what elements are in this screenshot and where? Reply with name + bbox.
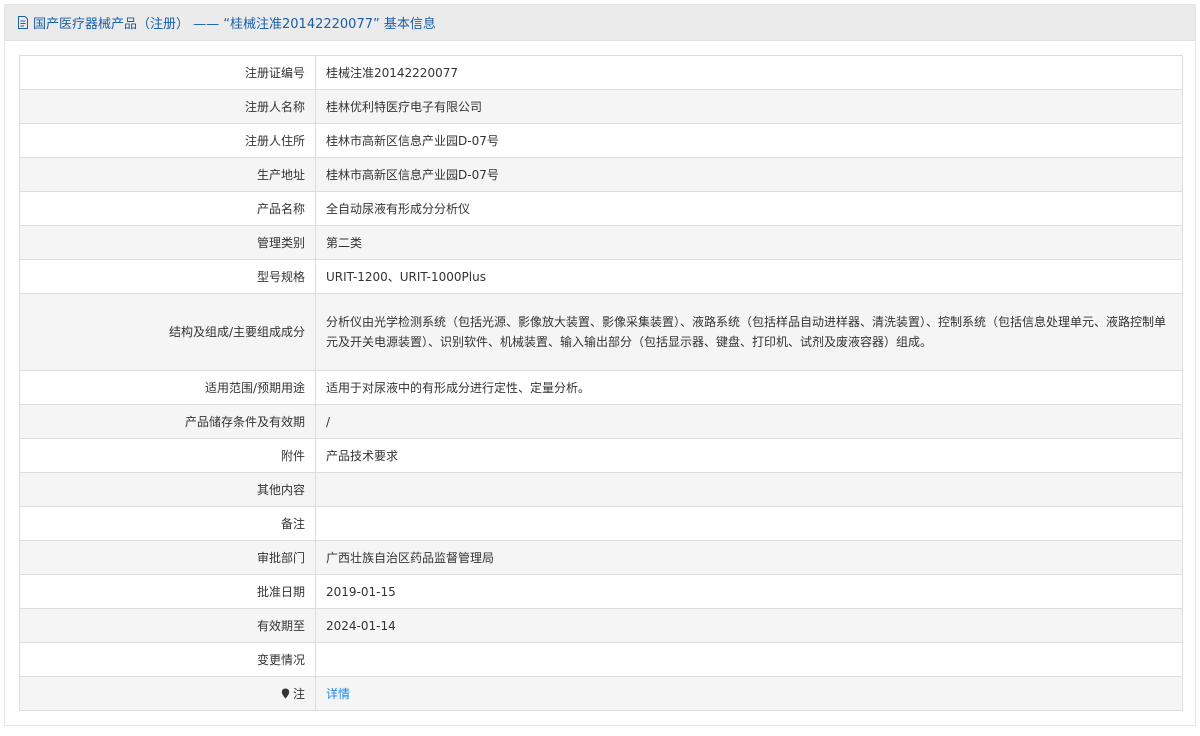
field-label: 变更情况 — [19, 642, 316, 677]
field-value — [315, 642, 1183, 677]
field-value: 桂林市高新区信息产业园D-07号 — [315, 157, 1183, 192]
table-row: 注册人名称 桂林优利特医疗电子有限公司 — [19, 89, 1183, 124]
field-label: 注册证编号 — [19, 55, 316, 90]
details-link[interactable]: 详情 — [326, 687, 350, 701]
table-row: 变更情况 — [19, 642, 1183, 677]
field-label: 适用范围/预期用途 — [19, 370, 316, 405]
field-value: 全自动尿液有形成分分析仪 — [315, 191, 1183, 226]
table-row: 产品名称 全自动尿液有形成分分析仪 — [19, 191, 1183, 226]
table-row: 附件 产品技术要求 — [19, 438, 1183, 473]
location-pin-icon — [281, 688, 290, 698]
field-value: 产品技术要求 — [315, 438, 1183, 473]
table-row: 注册证编号 桂械注准20142220077 — [19, 55, 1183, 90]
panel-header: 国产医疗器械产品（注册） —— “桂械注准20142220077” 基本信息 — [5, 5, 1195, 41]
field-value: 适用于对尿液中的有形成分进行定性、定量分析。 — [315, 370, 1183, 405]
field-label: 备注 — [19, 506, 316, 541]
field-label: 管理类别 — [19, 225, 316, 260]
field-label: 结构及组成/主要组成成分 — [19, 293, 316, 371]
field-value: 桂械注准20142220077 — [315, 55, 1183, 90]
field-value: 桂林优利特医疗电子有限公司 — [315, 89, 1183, 124]
field-value: 2024-01-14 — [315, 608, 1183, 643]
table-row: 型号规格 URIT-1200、URIT-1000Plus — [19, 259, 1183, 294]
field-label: 注册人住所 — [19, 123, 316, 158]
panel-title: 国产医疗器械产品（注册） —— “桂械注准20142220077” 基本信息 — [33, 17, 436, 32]
field-label: 注册人名称 — [19, 89, 316, 124]
table-row: 注 详情 — [19, 676, 1183, 711]
table-row: 有效期至 2024-01-14 — [19, 608, 1183, 643]
note-label: 注 — [292, 686, 305, 701]
table-row: 审批部门 广西壮族自治区药品监督管理局 — [19, 540, 1183, 575]
document-icon — [18, 16, 28, 29]
info-table: 注册证编号 桂械注准20142220077 注册人名称 桂林优利特医疗电子有限公… — [19, 55, 1183, 711]
field-label: 其他内容 — [19, 472, 316, 507]
field-label: 生产地址 — [19, 157, 316, 192]
field-value: 桂林市高新区信息产业园D-07号 — [315, 123, 1183, 158]
field-value: / — [315, 404, 1183, 439]
table-row: 结构及组成/主要组成成分 分析仪由光学检测系统（包括光源、影像放大装置、影像采集… — [19, 293, 1183, 371]
info-panel: 国产医疗器械产品（注册） —— “桂械注准20142220077” 基本信息 注… — [4, 4, 1196, 726]
field-value: 广西壮族自治区药品监督管理局 — [315, 540, 1183, 575]
table-row: 注册人住所 桂林市高新区信息产业园D-07号 — [19, 123, 1183, 158]
field-value: 详情 — [315, 676, 1183, 711]
field-label: 产品储存条件及有效期 — [19, 404, 316, 439]
table-row: 产品储存条件及有效期 / — [19, 404, 1183, 439]
field-label: 批准日期 — [19, 574, 316, 609]
field-value: 第二类 — [315, 225, 1183, 260]
field-value: 2019-01-15 — [315, 574, 1183, 609]
field-label: 产品名称 — [19, 191, 316, 226]
field-label: 审批部门 — [19, 540, 316, 575]
table-row: 批准日期 2019-01-15 — [19, 574, 1183, 609]
field-label: 型号规格 — [19, 259, 316, 294]
field-label: 附件 — [19, 438, 316, 473]
field-value: URIT-1200、URIT-1000Plus — [315, 259, 1183, 294]
table-row: 管理类别 第二类 — [19, 225, 1183, 260]
table-row: 生产地址 桂林市高新区信息产业园D-07号 — [19, 157, 1183, 192]
table-row: 适用范围/预期用途 适用于对尿液中的有形成分进行定性、定量分析。 — [19, 370, 1183, 405]
field-value — [315, 506, 1183, 541]
table-row: 备注 — [19, 506, 1183, 541]
field-value: 分析仪由光学检测系统（包括光源、影像放大装置、影像采集装置）、液路系统（包括样品… — [315, 293, 1183, 371]
field-label: 有效期至 — [19, 608, 316, 643]
table-row: 其他内容 — [19, 472, 1183, 507]
note-label-cell: 注 — [19, 676, 316, 711]
field-value — [315, 472, 1183, 507]
